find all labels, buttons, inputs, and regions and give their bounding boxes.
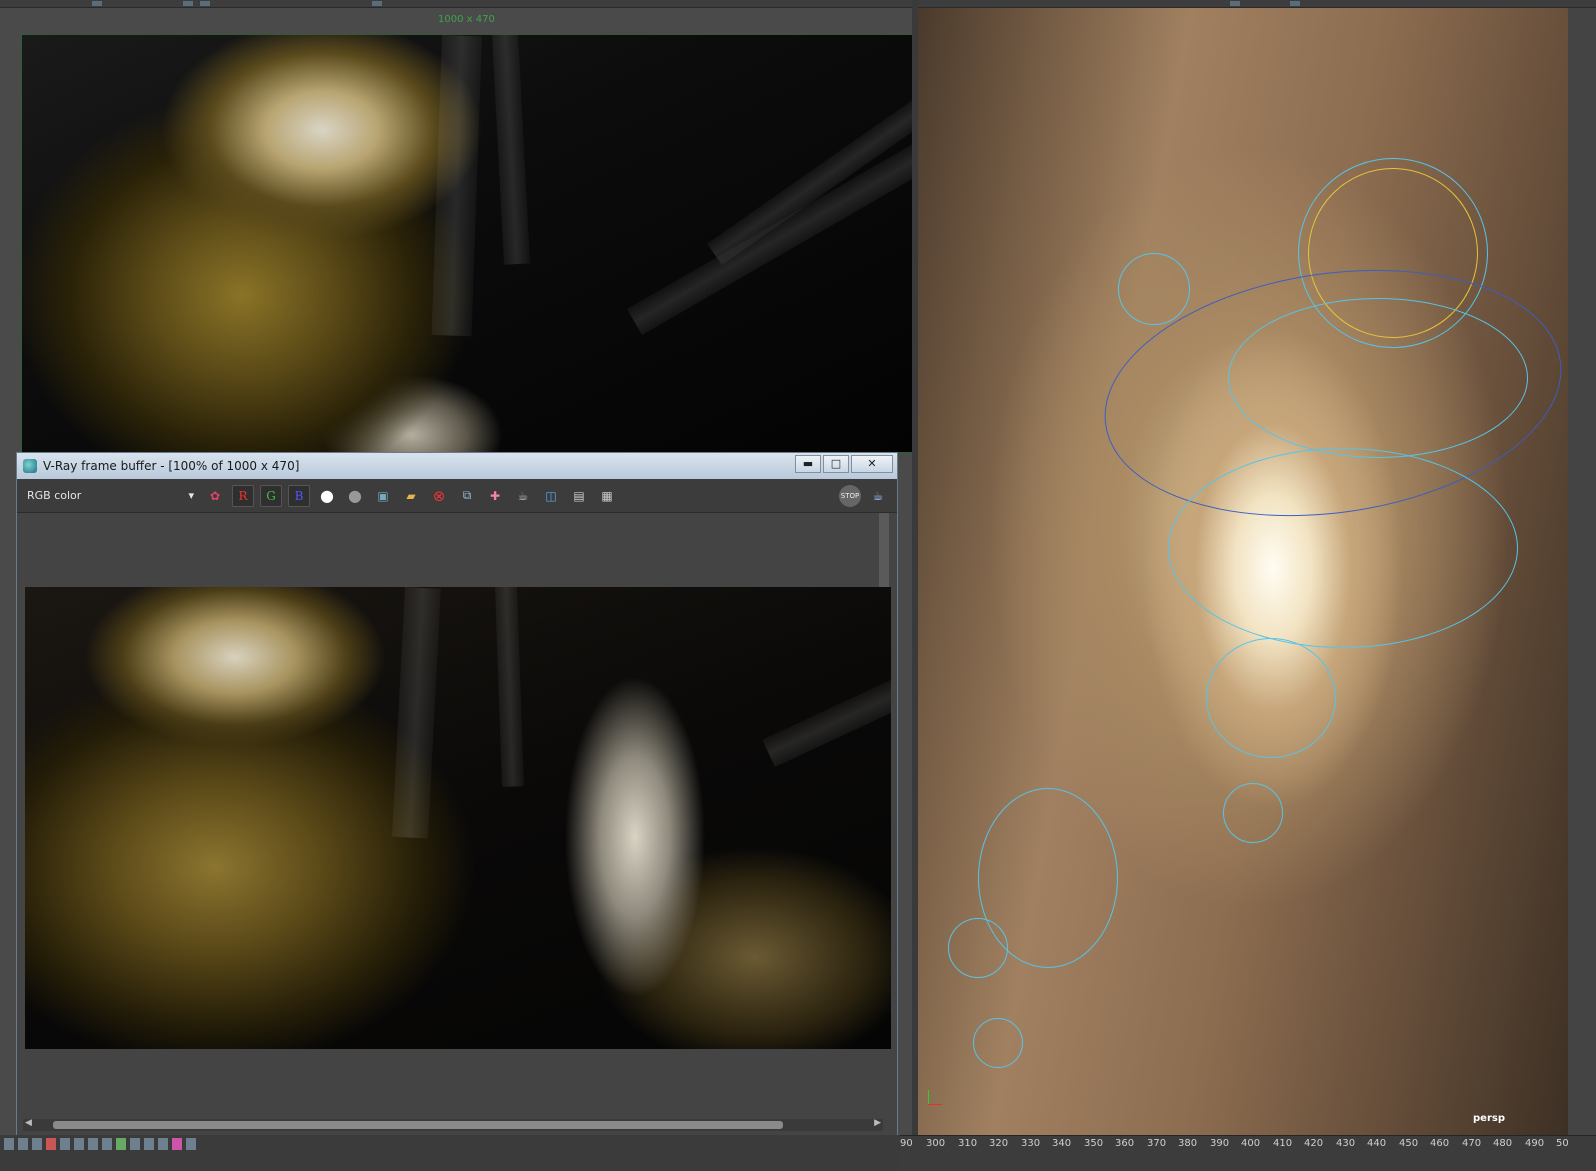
- minimize-button[interactable]: ▬: [795, 455, 821, 473]
- scroll-right-icon[interactable]: ▶: [874, 1118, 881, 1128]
- color-wheel-icon[interactable]: ✿: [204, 485, 226, 507]
- green-channel-button[interactable]: G: [260, 484, 282, 507]
- hand-control-ring[interactable]: [948, 918, 1008, 978]
- channel-dropdown[interactable]: RGB color ▾: [23, 484, 198, 507]
- tick-label: 90: [900, 1138, 913, 1149]
- foot-control-ring[interactable]: [1223, 783, 1283, 843]
- clear-icon[interactable]: ⊗: [428, 485, 450, 507]
- scrollbar-thumb[interactable]: [53, 1121, 783, 1129]
- perspective-viewport[interactable]: persp: [918, 8, 1568, 1135]
- resolution-label: 1000 x 470: [438, 14, 495, 25]
- shelf-icon[interactable]: [144, 1138, 154, 1150]
- tick-label: 430: [1336, 1138, 1356, 1149]
- tick-label: 410: [1273, 1138, 1293, 1149]
- shelf-icon[interactable]: [32, 1138, 42, 1150]
- shelf-icon[interactable]: [74, 1138, 84, 1150]
- teapot-icon[interactable]: ☕: [512, 485, 534, 507]
- chevron-down-icon: ▾: [188, 489, 194, 502]
- frame-buffer-toolbar: RGB color ▾ ✿ R G B ● ● ▣ ▰ ⊗ ⧉ ✚ ☕ ◫ ▤ …: [17, 479, 897, 513]
- shelf-icon[interactable]: [4, 1138, 14, 1150]
- open-folder-icon[interactable]: ▰: [400, 485, 422, 507]
- gray-circle-icon[interactable]: ●: [344, 485, 366, 507]
- render-teapot-icon[interactable]: ☕: [867, 485, 889, 507]
- tick-label: 370: [1147, 1138, 1167, 1149]
- shelf-icon[interactable]: [116, 1138, 126, 1150]
- tick-label: 390: [1210, 1138, 1230, 1149]
- scroll-left-icon[interactable]: ◀: [25, 1118, 32, 1128]
- blue-channel-button[interactable]: B: [288, 484, 310, 507]
- camera-label: persp: [1473, 1113, 1505, 1124]
- maximize-button[interactable]: □: [823, 455, 849, 473]
- history-icon[interactable]: ▤: [568, 485, 590, 507]
- leg-control-ring[interactable]: [1206, 638, 1336, 758]
- axis-x-indicator: [928, 1104, 942, 1105]
- bottom-shelf-bar: [0, 1135, 900, 1171]
- tick-label: 480: [1493, 1138, 1513, 1149]
- toolbar-icon[interactable]: [200, 1, 210, 6]
- white-circle-icon[interactable]: ●: [316, 485, 338, 507]
- tick-label: 460: [1430, 1138, 1450, 1149]
- finger-control-ring[interactable]: [973, 1018, 1023, 1068]
- tick-label: 340: [1052, 1138, 1072, 1149]
- channel-dropdown-value: RGB color: [27, 489, 82, 502]
- pelvis-control-ring[interactable]: [1168, 448, 1518, 648]
- stop-icon[interactable]: STOP: [839, 484, 861, 507]
- save-icon[interactable]: ▣: [372, 485, 394, 507]
- tick-label: 50: [1556, 1138, 1569, 1149]
- shelf-icon[interactable]: [130, 1138, 140, 1150]
- time-slider[interactable]: 90 300 310 320 330 340 350 360 370 380 3…: [900, 1135, 1596, 1171]
- tick-label: 490: [1525, 1138, 1545, 1149]
- shelf-icon[interactable]: [102, 1138, 112, 1150]
- compare-icon[interactable]: ◫: [540, 485, 562, 507]
- tick-label: 360: [1115, 1138, 1135, 1149]
- torso-control-ring[interactable]: [1228, 298, 1528, 458]
- tick-label: 320: [989, 1138, 1009, 1149]
- close-button[interactable]: ✕: [851, 455, 893, 473]
- tick-label: 450: [1399, 1138, 1419, 1149]
- shelf-icon[interactable]: [186, 1138, 196, 1150]
- vray-app-icon: [23, 459, 37, 473]
- toolbar-icon[interactable]: [1290, 1, 1300, 6]
- tick-label: 440: [1367, 1138, 1387, 1149]
- shoulder-control-ring[interactable]: [1118, 253, 1190, 325]
- vertical-scrollbar[interactable]: [879, 513, 889, 587]
- shelf-icon[interactable]: [88, 1138, 98, 1150]
- window-title: V-Ray frame buffer - [100% of 1000 x 470…: [43, 459, 300, 473]
- track-mouse-icon[interactable]: ✚: [484, 485, 506, 507]
- render-view-image[interactable]: [21, 34, 913, 453]
- shelf-icon[interactable]: [158, 1138, 168, 1150]
- shelf-icon[interactable]: [18, 1138, 28, 1150]
- vray-frame-buffer-window[interactable]: V-Ray frame buffer - [100% of 1000 x 470…: [16, 452, 898, 1138]
- toolbar-icon[interactable]: [372, 1, 382, 6]
- red-channel-button[interactable]: R: [232, 484, 254, 507]
- tick-label: 380: [1178, 1138, 1198, 1149]
- tick-label: 300: [926, 1138, 946, 1149]
- top-toolbar-strip: [0, 0, 1596, 8]
- shelf-icon[interactable]: [60, 1138, 70, 1150]
- tick-label: 330: [1021, 1138, 1041, 1149]
- toolbar-icon[interactable]: [183, 1, 193, 6]
- toolbar-icon[interactable]: [92, 1, 102, 6]
- axis-y-indicator: [928, 1090, 929, 1104]
- tick-label: 310: [958, 1138, 978, 1149]
- tick-label: 400: [1241, 1138, 1261, 1149]
- region-icon[interactable]: ⧉: [456, 485, 478, 507]
- tick-label: 350: [1084, 1138, 1104, 1149]
- toolbar-icon[interactable]: [1230, 1, 1240, 6]
- horizontal-scrollbar[interactable]: ◀ ▶: [23, 1118, 883, 1131]
- lut-icon[interactable]: ▦: [596, 485, 618, 507]
- tick-label: 470: [1462, 1138, 1482, 1149]
- viewport-right-edge: [1568, 8, 1596, 1135]
- frame-buffer-image[interactable]: [25, 587, 891, 1049]
- window-title-bar[interactable]: V-Ray frame buffer - [100% of 1000 x 470…: [17, 453, 897, 479]
- shelf-icon[interactable]: [172, 1138, 182, 1150]
- shelf-icon[interactable]: [46, 1138, 56, 1150]
- tick-label: 420: [1304, 1138, 1324, 1149]
